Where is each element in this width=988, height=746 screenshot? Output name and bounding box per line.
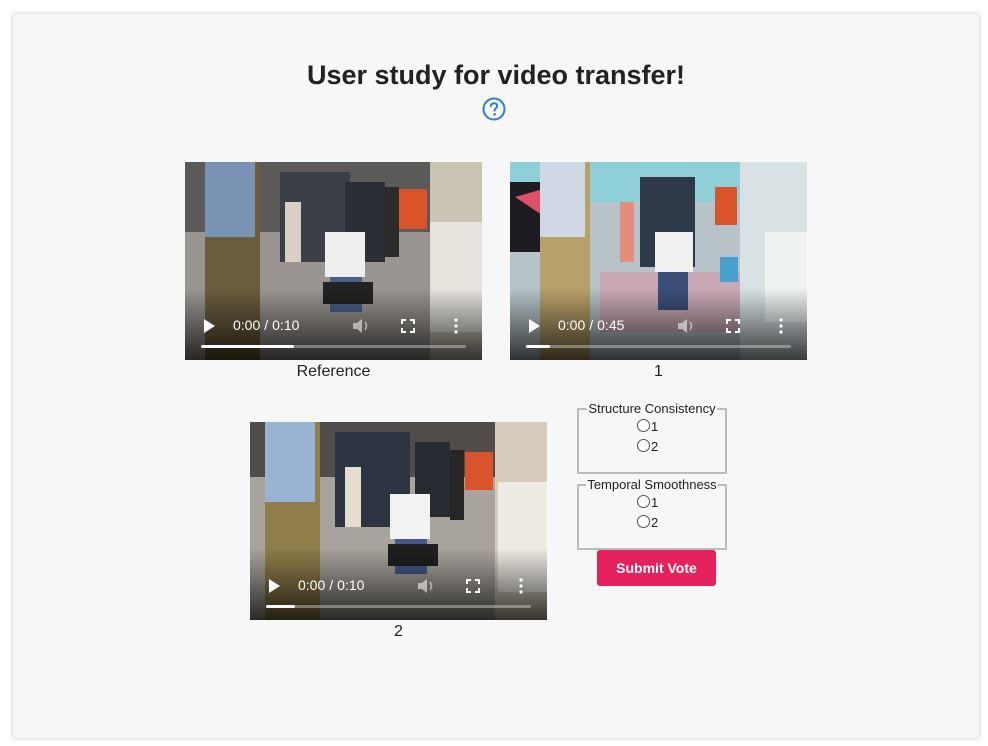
radio-button[interactable] xyxy=(637,419,650,433)
time-total: 0:10 xyxy=(337,577,365,593)
video-caption-1: 1 xyxy=(654,363,663,380)
time-current: 0:00 xyxy=(298,577,326,593)
option-label: 1 xyxy=(651,419,659,434)
progress-bar[interactable] xyxy=(526,345,791,348)
video-controls: 0:00/0:45 xyxy=(510,288,807,360)
option-label: 1 xyxy=(651,495,659,510)
fullscreen-icon[interactable] xyxy=(726,319,740,333)
progress-bar[interactable] xyxy=(201,345,466,348)
volume-icon[interactable] xyxy=(677,318,695,334)
page-title: User study for video transfer! xyxy=(306,60,686,90)
radio-button[interactable] xyxy=(637,515,650,529)
video-controls: 0:00/0:10 xyxy=(185,288,482,360)
time-display: 0:00/0:10 xyxy=(298,577,365,593)
progress-fill xyxy=(201,345,294,348)
structure-consistency-group: Structure Consistency 1 2 xyxy=(577,401,727,474)
temporal-smoothness-group: Temporal Smoothness 1 2 xyxy=(577,477,727,550)
video-controls: 0:00/0:10 xyxy=(250,548,547,620)
more-options-icon[interactable] xyxy=(454,318,458,334)
time-current: 0:00 xyxy=(558,317,586,333)
volume-icon[interactable] xyxy=(417,578,435,594)
radio-button[interactable] xyxy=(637,495,650,509)
play-icon[interactable] xyxy=(203,319,215,333)
time-current: 0:00 xyxy=(233,317,261,333)
progress-fill xyxy=(266,605,296,608)
option-label: 2 xyxy=(651,439,659,454)
temporal-option-1[interactable]: 1 xyxy=(637,494,667,512)
video-caption-2: 2 xyxy=(394,623,403,640)
more-options-icon[interactable] xyxy=(779,318,783,334)
more-options-icon[interactable] xyxy=(519,578,523,594)
time-total: 0:45 xyxy=(597,317,625,333)
volume-icon[interactable] xyxy=(352,318,370,334)
study-card: User study for video transfer! 0:00/0:10 xyxy=(13,14,979,738)
video-player-2[interactable]: 0:00/0:10 xyxy=(250,422,547,620)
temporal-smoothness-legend: Temporal Smoothness xyxy=(587,477,717,492)
structure-option-2[interactable]: 2 xyxy=(637,438,667,456)
time-total: 0:10 xyxy=(272,317,300,333)
play-icon[interactable] xyxy=(268,579,280,593)
play-icon[interactable] xyxy=(528,319,540,333)
temporal-option-2[interactable]: 2 xyxy=(637,514,667,532)
submit-vote-button[interactable]: Submit Vote xyxy=(597,550,716,586)
progress-bar[interactable] xyxy=(266,605,531,608)
video-player-1[interactable]: 0:00/0:45 xyxy=(510,162,807,360)
time-display: 0:00/0:10 xyxy=(233,317,300,333)
video-player-reference[interactable]: 0:00/0:10 xyxy=(185,162,482,360)
option-label: 2 xyxy=(651,515,659,530)
time-display: 0:00/0:45 xyxy=(558,317,625,333)
structure-consistency-legend: Structure Consistency xyxy=(588,401,716,416)
structure-option-1[interactable]: 1 xyxy=(637,418,667,436)
video-caption-reference: Reference xyxy=(296,363,371,380)
radio-button[interactable] xyxy=(637,439,650,453)
fullscreen-icon[interactable] xyxy=(466,579,480,593)
question-circle-icon[interactable] xyxy=(482,97,506,121)
fullscreen-icon[interactable] xyxy=(401,319,415,333)
progress-fill xyxy=(526,345,550,348)
